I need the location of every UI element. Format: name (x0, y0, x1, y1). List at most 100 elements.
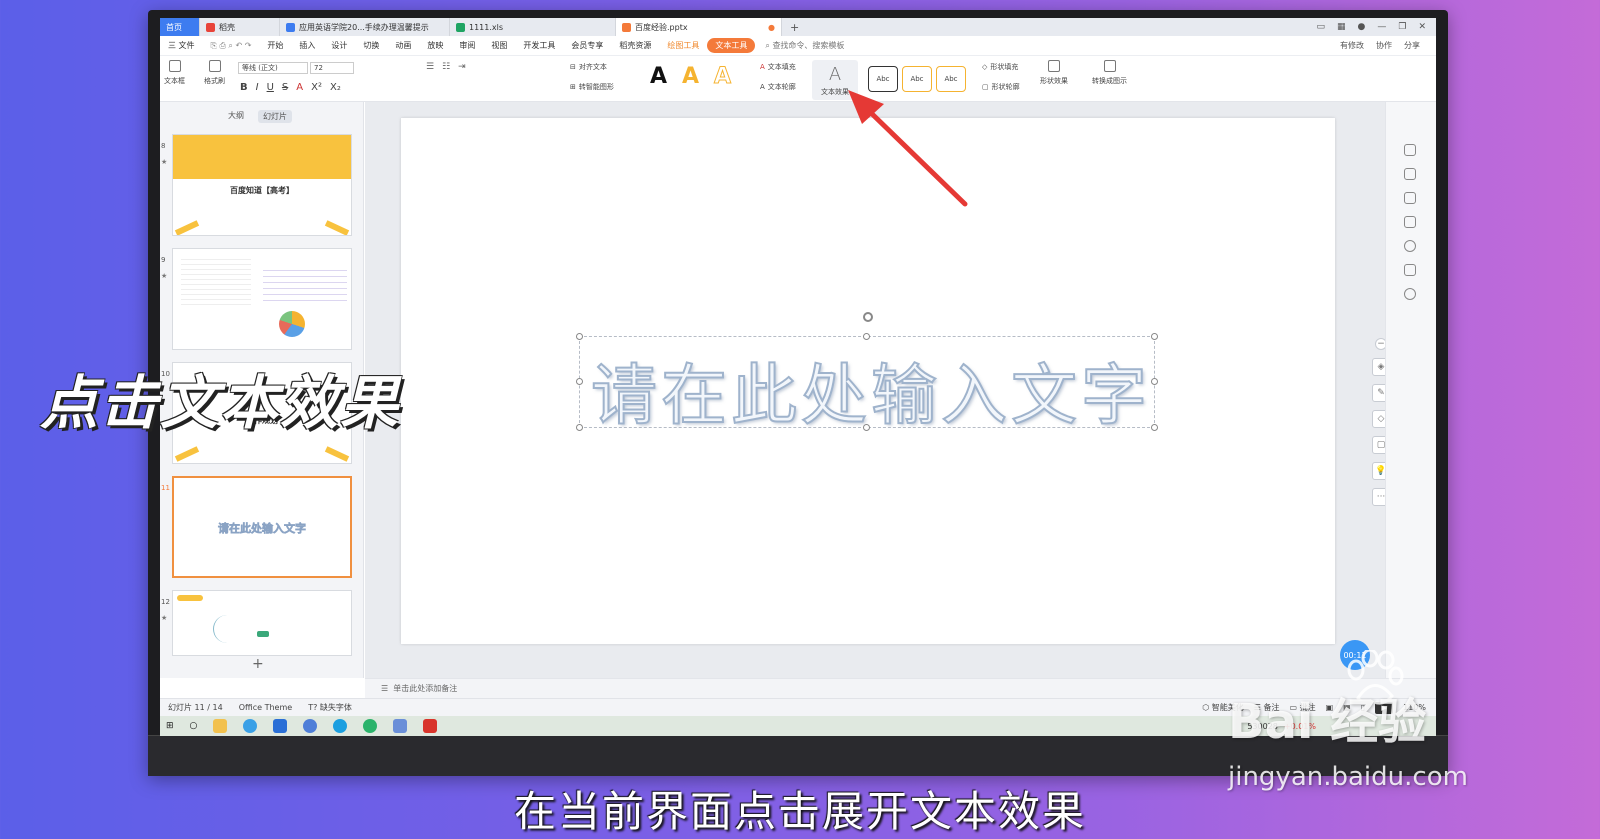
menu-start[interactable]: 开始 (259, 40, 291, 51)
search-circle-icon[interactable]: ○ (190, 721, 198, 731)
menu-file[interactable]: 三 文件 (160, 40, 203, 51)
edge-icon[interactable] (333, 719, 348, 733)
bold-icon[interactable]: B (240, 82, 248, 93)
has-changes-button[interactable]: 有修改 (1340, 40, 1364, 51)
tab-docer[interactable]: 稻壳 (200, 18, 280, 36)
indent-icon[interactable]: ⇥ (458, 62, 466, 72)
overlay-step-title: 点击文本效果 (40, 369, 401, 437)
sidebar-tool-icon[interactable] (1404, 264, 1416, 276)
font-color-icon[interactable]: A (296, 82, 303, 93)
italic-icon[interactable]: I (256, 82, 259, 93)
slide-canvas[interactable]: 请在此处输入文字 (401, 118, 1335, 644)
slide-thumb-8[interactable]: 百度知道【高考】 (172, 134, 352, 236)
text-outline-button[interactable]: A 文本轮廓 (760, 82, 796, 92)
sidebar-tool-icon[interactable] (1404, 168, 1416, 180)
menu-animation[interactable]: 动画 (387, 40, 419, 51)
tab-home[interactable]: 首页 (160, 18, 200, 36)
shape-style-1-label: Abc (876, 75, 890, 83)
menu-slideshow[interactable]: 放映 (419, 40, 451, 51)
notes-icon: ☰ (381, 684, 394, 693)
text-effect-button[interactable]: A 文本效果 (812, 60, 858, 100)
shape-style-2[interactable]: Abc (902, 66, 932, 92)
command-search[interactable]: ⌕ 查找命令、搜索模板 (755, 40, 844, 51)
collaborate-button[interactable]: 协作 (1376, 40, 1392, 51)
resize-handle[interactable] (576, 333, 583, 340)
menu-view[interactable]: 视图 (483, 40, 515, 51)
subscript-icon[interactable]: X₂ (330, 82, 341, 93)
wps-icon[interactable] (423, 719, 438, 733)
shape-fill-button[interactable]: ◇ 形状填充 (982, 62, 1018, 72)
tab-word-doc[interactable]: 应用英语学院20...手续办理温馨提示 (280, 18, 450, 36)
resize-handle[interactable] (1151, 424, 1158, 431)
tab-slides[interactable]: 幻灯片 (258, 110, 292, 123)
format-painter-button[interactable]: 格式刷 (204, 60, 225, 86)
tab-pptx[interactable]: 百度经验.pptx ● (616, 18, 782, 36)
menu-review[interactable]: 审阅 (451, 40, 483, 51)
menu-member[interactable]: 会员专享 (563, 40, 611, 51)
missing-font-button[interactable]: T? 缺失字体 (300, 702, 360, 713)
grid-icon[interactable]: ▦ (1337, 22, 1346, 32)
numbering-icon[interactable]: ☷ (442, 62, 450, 72)
menu-transition[interactable]: 切换 (355, 40, 387, 51)
strikethrough-icon[interactable]: S (282, 82, 288, 93)
sidebar-tool-icon[interactable] (1404, 216, 1416, 228)
text-fill-button[interactable]: A 文本填充 (760, 62, 796, 72)
thumb-deco (324, 446, 350, 462)
tab-outline[interactable]: 大纲 (228, 110, 244, 123)
app-icon[interactable] (363, 719, 378, 733)
sidebar-tool-icon[interactable] (1404, 192, 1416, 204)
rotate-handle-icon[interactable] (863, 312, 873, 322)
convert-diagram-icon (1103, 60, 1116, 72)
font-name-select[interactable]: 等线 (正文) (238, 62, 308, 74)
new-tab-button[interactable]: + (782, 21, 807, 34)
smart-shape-button[interactable]: ⊞ 转智能图形 (570, 82, 614, 92)
shape-style-3[interactable]: Abc (936, 66, 966, 92)
user-avatar-icon[interactable]: ● (1358, 22, 1366, 32)
browser-icon[interactable] (243, 719, 258, 733)
share-button[interactable]: 分享 (1404, 40, 1420, 51)
add-slide-button[interactable]: + (252, 656, 264, 672)
menu-docer-resources[interactable]: 稻壳资源 (611, 40, 659, 51)
menu-drawing-tools[interactable]: 绘图工具 (659, 40, 707, 51)
shape-effect-button[interactable]: 形状效果 (1040, 60, 1068, 86)
text-style-yellow[interactable]: A (682, 64, 699, 89)
resize-handle[interactable] (863, 333, 870, 340)
text-style-black[interactable]: A (650, 64, 667, 89)
layout-icon[interactable]: ▭ (1316, 22, 1325, 32)
superscript-icon[interactable]: X² (311, 82, 322, 93)
app-icon[interactable] (273, 719, 288, 733)
resize-handle[interactable] (576, 424, 583, 431)
file-explorer-icon[interactable] (213, 719, 228, 733)
quick-access-icons[interactable]: ⎘ ⎙ ⌕ ↶ ↷ (203, 41, 260, 51)
resize-handle[interactable] (576, 378, 583, 385)
align-text-button[interactable]: ⊟ 对齐文本 (570, 62, 607, 72)
app-icon[interactable] (303, 719, 318, 733)
minimize-button[interactable]: — (1377, 22, 1386, 32)
slide-thumb-12[interactable] (172, 590, 352, 656)
maximize-button[interactable]: ❐ (1398, 22, 1406, 32)
bullets-icon[interactable]: ☰ (426, 62, 434, 72)
sidebar-tool-icon[interactable] (1404, 288, 1416, 300)
underline-icon[interactable]: U (267, 82, 274, 93)
shape-outline-button[interactable]: ▢ 形状轮廓 (982, 82, 1020, 92)
sidebar-tool-icon[interactable] (1404, 144, 1416, 156)
slide-thumb-11[interactable]: 请在此处输入文字 (172, 476, 352, 578)
close-button[interactable]: ✕ (1418, 22, 1426, 32)
windows-start-icon[interactable]: ⊞ (166, 721, 174, 731)
tab-xls[interactable]: 1111.xls (450, 18, 616, 36)
menu-developer[interactable]: 开发工具 (515, 40, 563, 51)
menu-text-tools[interactable]: 文本工具 (707, 38, 756, 53)
title-placeholder-text[interactable]: 请在此处输入文字 (590, 342, 1151, 438)
resize-handle[interactable] (1151, 333, 1158, 340)
help-icon[interactable] (1404, 240, 1416, 252)
text-style-outline[interactable]: A (713, 64, 731, 90)
resize-handle[interactable] (1151, 378, 1158, 385)
textbox-button[interactable]: 文本框 (164, 60, 185, 86)
slide-thumb-9[interactable] (172, 248, 352, 350)
font-size-select[interactable]: 72 (310, 62, 354, 74)
menu-insert[interactable]: 插入 (291, 40, 323, 51)
menu-design[interactable]: 设计 (323, 40, 355, 51)
convert-diagram-button[interactable]: 转换成图示 (1092, 60, 1127, 86)
app-icon[interactable] (393, 719, 408, 733)
shape-style-1[interactable]: Abc (868, 66, 898, 92)
